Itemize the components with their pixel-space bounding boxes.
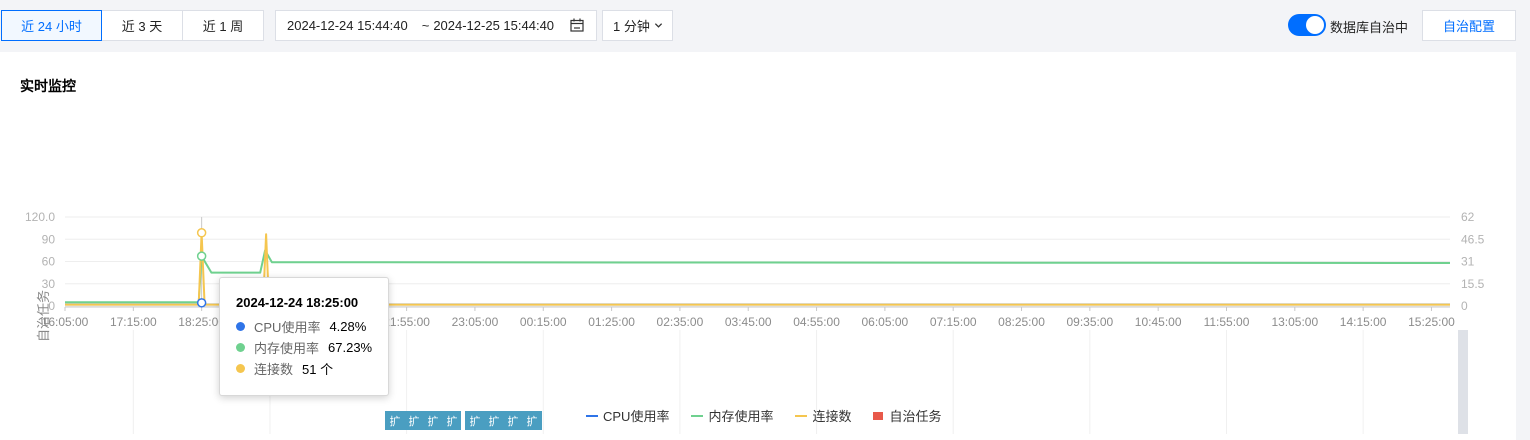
x-tick-label: 17:15:00 <box>110 315 157 329</box>
y-right-tick: 31 <box>1461 255 1475 269</box>
y-left-tick: 90 <box>42 232 56 246</box>
x-tick-label: 01:25:00 <box>588 315 635 329</box>
x-tick-label: 14:15:00 <box>1340 315 1387 329</box>
y-right-tick: 62 <box>1461 210 1475 224</box>
legend-item-tasks[interactable]: 自治任务 <box>873 406 942 425</box>
task-label: 扩 <box>409 414 420 428</box>
y-left-tick: 30 <box>42 277 56 291</box>
legend-item-memory[interactable]: 内存使用率 <box>691 406 773 425</box>
connections-dot-icon <box>236 364 245 373</box>
x-tick-label: 03:45:00 <box>725 315 772 329</box>
toolbar: 近 24 小时 近 3 天 近 1 周 2024-12-24 15:44:40 … <box>0 0 1530 50</box>
toggle-knob <box>1306 16 1324 34</box>
x-tick-label: 06:05:00 <box>862 315 909 329</box>
tooltip-name: 内存使用率 <box>254 341 320 356</box>
tooltip-row-memory: 内存使用率 67.23% <box>236 337 388 358</box>
autonomy-toggle[interactable] <box>1288 14 1326 36</box>
line-marker-icon <box>795 414 808 417</box>
range-3d-button[interactable]: 近 3 天 <box>101 10 183 41</box>
line-marker-icon <box>691 414 704 417</box>
calendar-icon[interactable] <box>570 18 584 32</box>
tooltip-row-connections: 连接数 51 个 <box>236 358 388 379</box>
task-label: 扩 <box>527 414 538 428</box>
tooltip-name: 连接数 <box>254 362 294 377</box>
range-24h-button[interactable]: 近 24 小时 <box>1 10 102 41</box>
x-tick-label: 08:25:00 <box>998 315 1045 329</box>
interval-value: 1 分钟 <box>613 19 650 34</box>
tooltip-value: 51 个 <box>302 362 334 377</box>
x-tick-label: 09:35:00 <box>1066 315 1113 329</box>
x-tick-label: 23:05:00 <box>452 315 499 329</box>
x-tick-label: 07:15:00 <box>930 315 977 329</box>
rect-marker-icon <box>873 411 884 420</box>
x-tick-label: 11:55:00 <box>1204 315 1250 329</box>
date-end: 2024-12-25 15:44:40 <box>433 18 555 33</box>
chart-tooltip: 2024-12-24 18:25:00 CPU使用率 4.28% 内存使用率 6… <box>219 277 389 396</box>
legend-item-cpu[interactable]: CPU使用率 <box>586 406 669 425</box>
panel-title: 实时监控 <box>20 78 76 94</box>
date-start: 2024-12-24 15:44:40 <box>287 18 408 33</box>
chevron-down-icon <box>654 23 662 28</box>
date-range-picker[interactable]: 2024-12-24 15:44:40 ~ 2024-12-25 15:44:4… <box>275 10 597 41</box>
memory-dot-icon <box>236 343 245 352</box>
x-tick-label: 00:15:00 <box>520 315 567 329</box>
task-label: 扩 <box>447 414 458 428</box>
hover-point <box>196 251 207 261</box>
cpu-dot-icon <box>236 322 245 331</box>
legend-label: 自治任务 <box>889 409 942 424</box>
y-left-tick: 120.0 <box>25 210 55 224</box>
tooltip-time: 2024-12-24 18:25:00 <box>236 295 359 310</box>
autonomy-config-button[interactable]: 自治配置 <box>1422 10 1516 41</box>
task-label: 扩 <box>470 414 481 428</box>
tooltip-value: 4.28% <box>329 319 367 334</box>
y-right-tick: 0 <box>1461 299 1468 313</box>
chart-legend: CPU使用率 内存使用率 连接数 自治任务 <box>586 406 964 425</box>
interval-select[interactable]: 1 分钟 <box>602 10 673 41</box>
x-tick-label: 21:55:00 <box>383 315 430 329</box>
y-right-tick: 15.5 <box>1461 277 1485 291</box>
hover-point <box>196 228 207 238</box>
task-scrollbar <box>1458 330 1468 434</box>
task-label: 扩 <box>489 414 500 428</box>
autonomy-toggle-label: 数据库自治中 <box>1330 20 1409 35</box>
x-tick-label: 13:05:00 <box>1271 315 1318 329</box>
tooltip-row-cpu: CPU使用率 4.28% <box>236 316 388 337</box>
date-separator: ~ <box>421 18 430 33</box>
x-tick-label: 04:55:00 <box>793 315 840 329</box>
task-label: 扩 <box>508 414 519 428</box>
x-tick-label: 02:35:00 <box>657 315 704 329</box>
tooltip-value: 67.23% <box>328 340 373 355</box>
tooltip-name: CPU使用率 <box>254 320 321 335</box>
range-1w-button[interactable]: 近 1 周 <box>182 10 264 41</box>
legend-label: CPU使用率 <box>603 409 670 424</box>
y-right-tick: 46.5 <box>1461 232 1485 246</box>
legend-label: 连接数 <box>812 409 852 424</box>
x-tick-label: 10:45:00 <box>1135 315 1182 329</box>
task-label: 扩 <box>428 414 439 428</box>
y-left-tick: 60 <box>42 255 56 269</box>
x-tick-label: 15:25:00 <box>1408 315 1455 329</box>
legend-label: 内存使用率 <box>708 409 774 424</box>
hover-point <box>196 298 207 308</box>
line-marker-icon <box>586 414 598 417</box>
legend-item-connections[interactable]: 连接数 <box>795 406 851 425</box>
task-axis-label: 自治任务 <box>36 289 51 342</box>
task-label: 扩 <box>390 414 401 428</box>
time-range-group: 近 24 小时 近 3 天 近 1 周 <box>1 10 264 41</box>
